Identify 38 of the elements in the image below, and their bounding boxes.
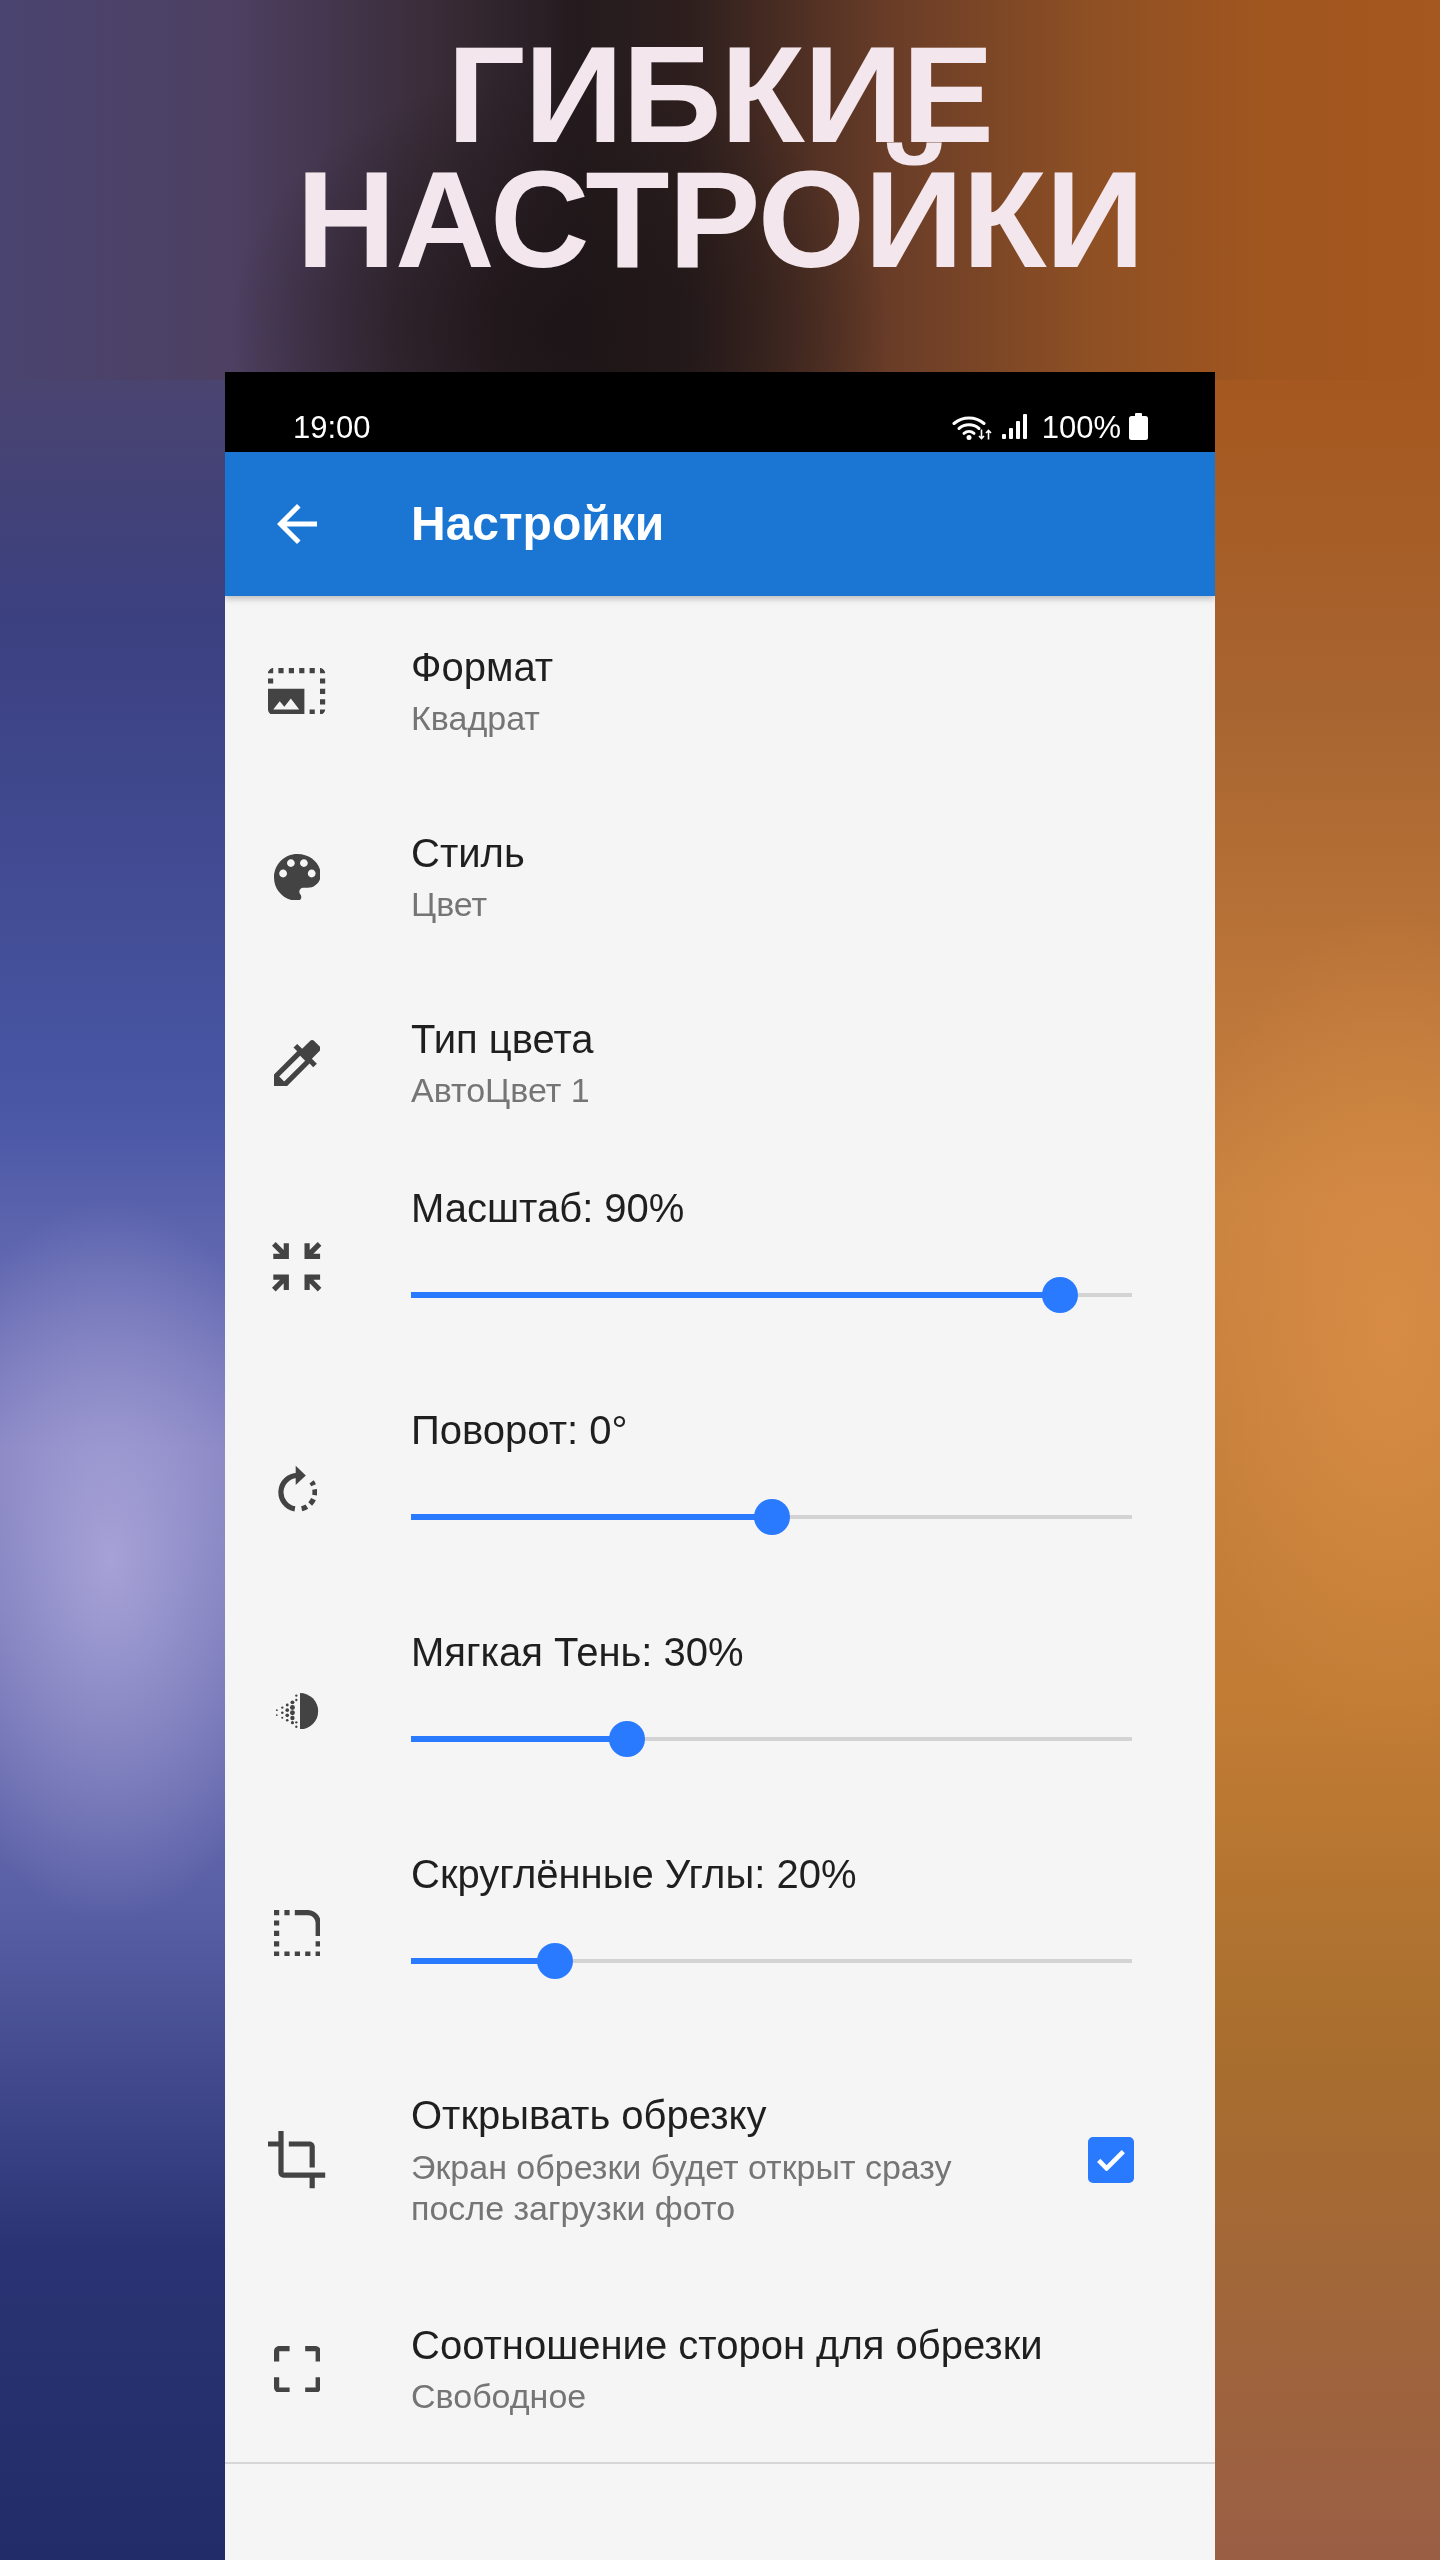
setting-value: АвтоЦвет 1 (411, 1070, 591, 1111)
setting-description: Экран обрезки будет открыт сразу после загрузки фото (411, 2147, 953, 2229)
battery-percent: 100% (1041, 415, 1121, 441)
photo-frame-icon (268, 667, 326, 715)
slider-label: Мягкая Тень: 30% (411, 1630, 745, 1674)
headline: ГИБКИЕ НАСТРОЙКИ (296, 32, 1144, 282)
status-time: 19:00 (293, 415, 371, 441)
slider-label: Поворот: 0° (411, 1408, 629, 1452)
screen-title: Настройки (411, 496, 665, 552)
eyedropper-icon (273, 1039, 321, 1087)
slider-label: Масштаб: 90% (411, 1186, 686, 1230)
setting-title: Открывать обрезку (411, 2092, 768, 2139)
signal-icon (1001, 414, 1028, 439)
crop-icon (268, 2131, 326, 2189)
setting-title[interactable]: Соотношение сторон для обрезки (411, 2321, 1155, 2369)
setting-title[interactable]: Тип цвета (411, 1015, 1155, 1063)
slider-thumb[interactable] (609, 1721, 646, 1757)
checkbox[interactable] (1088, 2137, 1134, 2183)
half-circle-dots-icon (275, 1692, 319, 1730)
back-button[interactable] (277, 504, 317, 544)
setting-title[interactable]: Формат (411, 643, 1155, 691)
rotate-icon (277, 1464, 317, 1514)
checkmark-icon (1096, 2149, 1126, 2171)
slider-thumb[interactable] (1041, 1277, 1078, 1313)
corner-brackets-icon (273, 2345, 321, 2393)
back-arrow-icon (277, 504, 317, 544)
slider-label: Скруглённые Углы: 20% (411, 1852, 858, 1896)
setting-value: Квадрат (411, 698, 541, 739)
setting-value: Свободное (411, 2376, 588, 2417)
slider-thumb[interactable] (753, 1499, 790, 1535)
battery-icon (1129, 413, 1148, 440)
wifi-icon (951, 414, 993, 440)
slider-thumb[interactable] (537, 1943, 574, 1979)
setting-title[interactable]: Стиль (411, 829, 1155, 877)
rounded-corner-icon (273, 1909, 321, 1957)
setting-value: Цвет (411, 884, 489, 925)
inward-arrows-icon (272, 1242, 322, 1292)
palette-icon (273, 853, 321, 901)
